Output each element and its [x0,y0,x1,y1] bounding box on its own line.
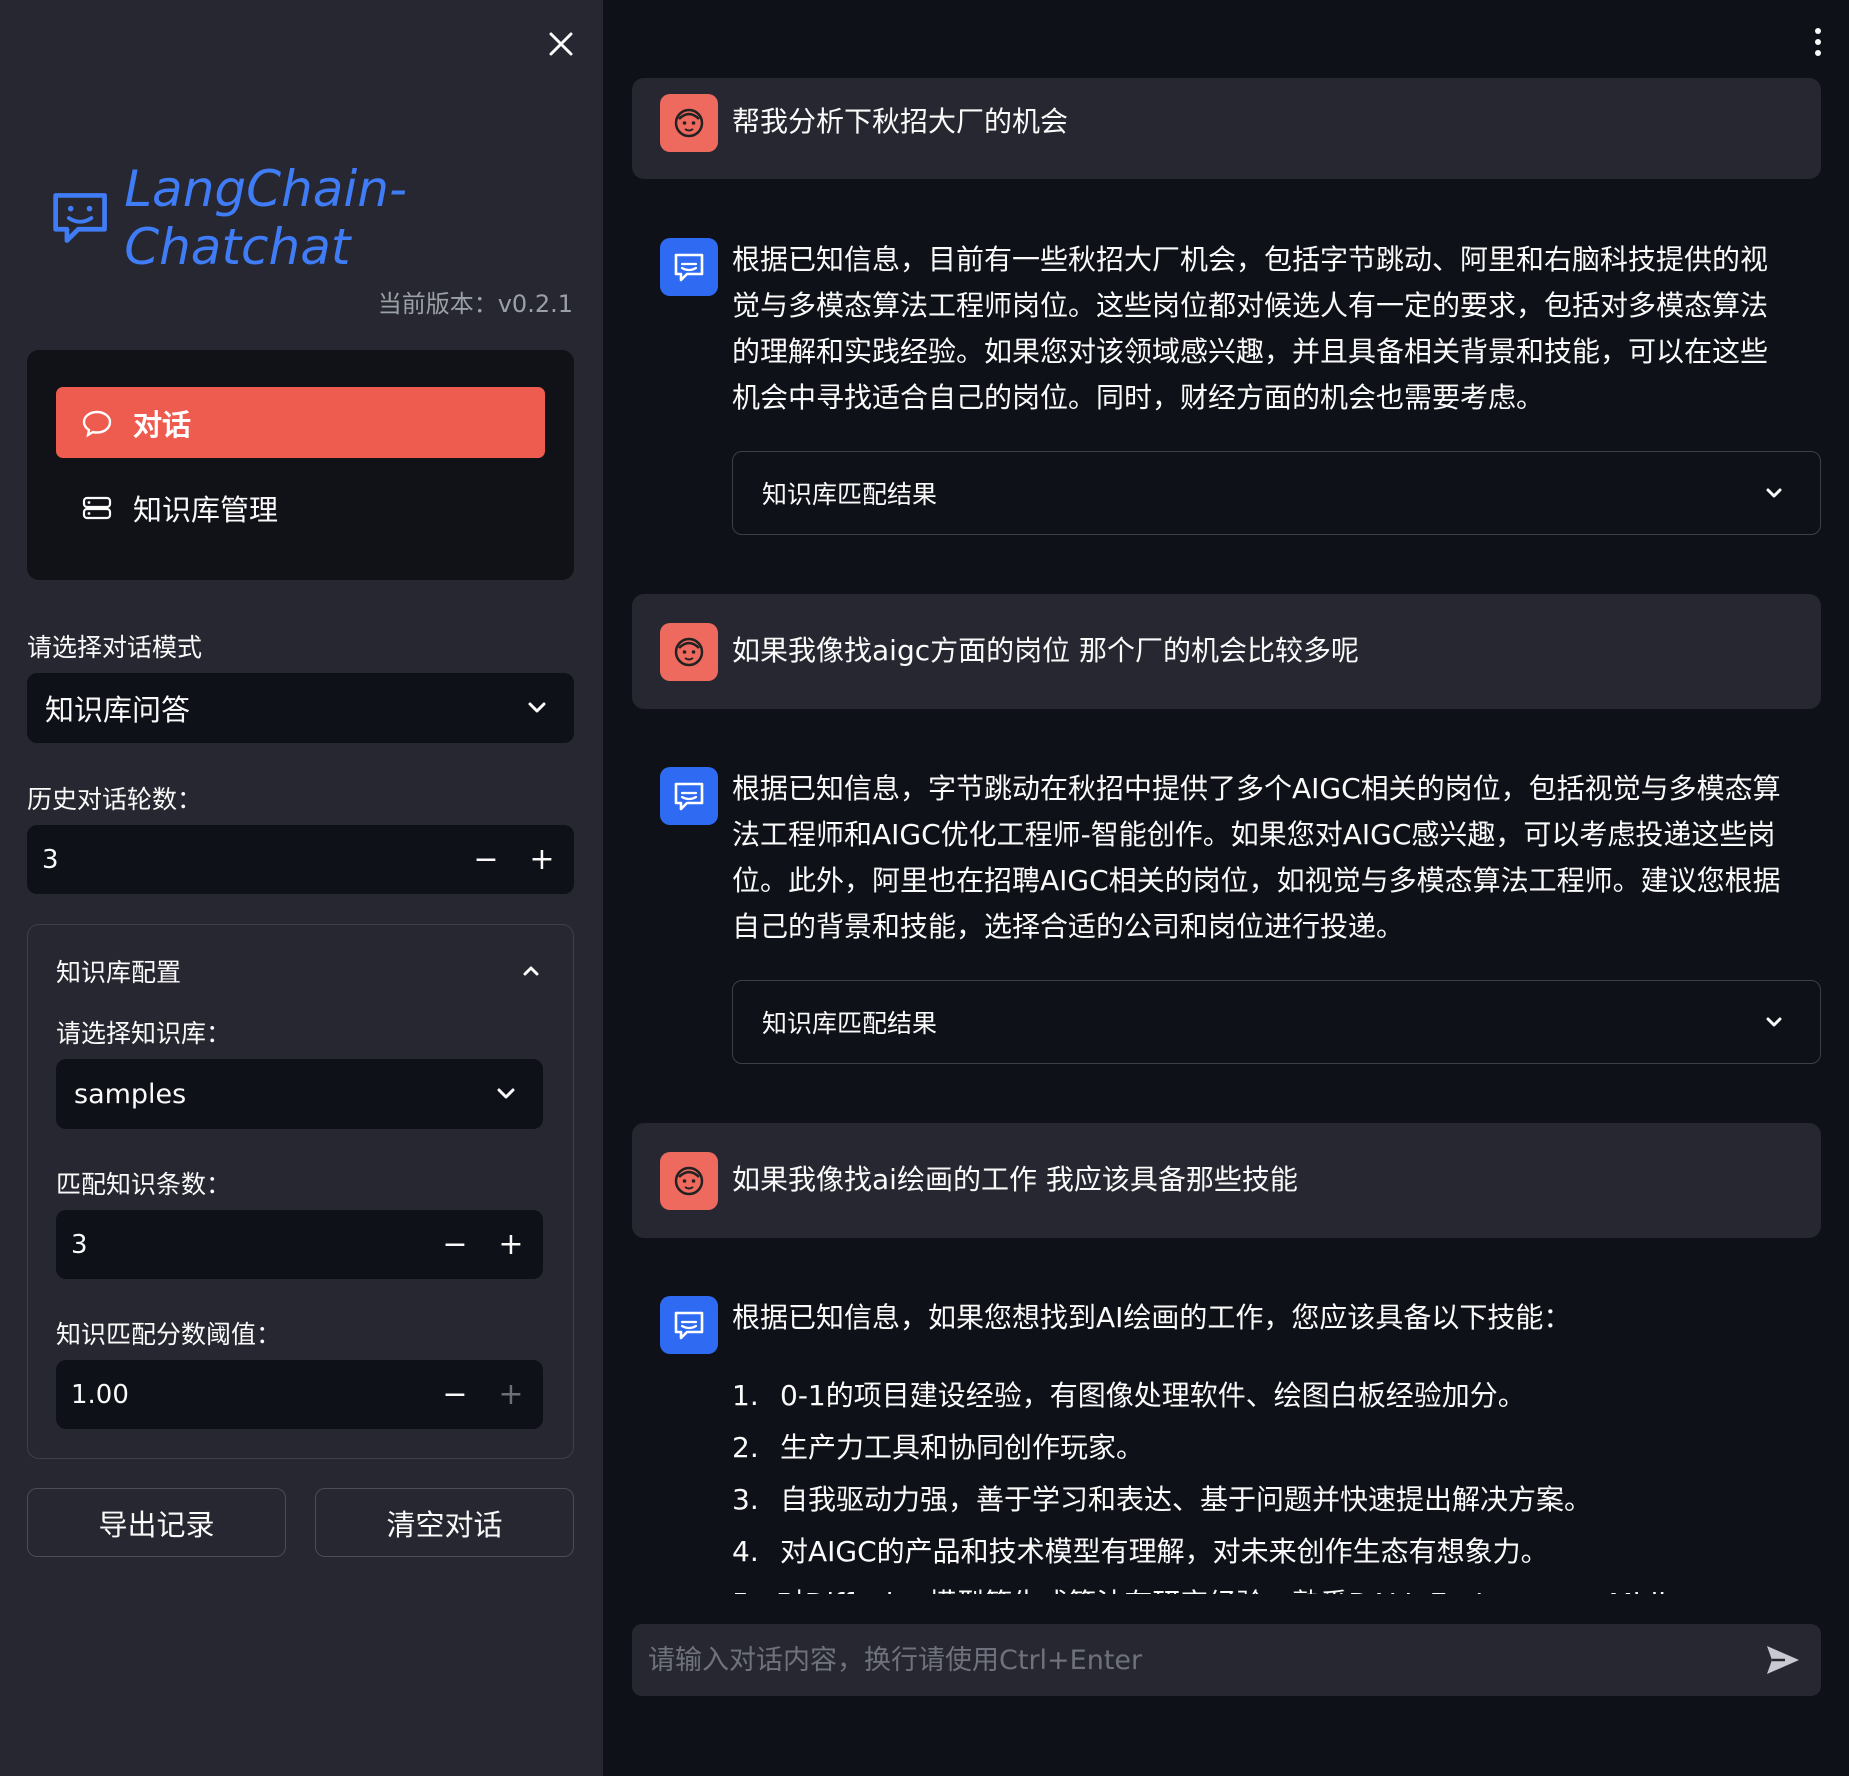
expander-label: 知识库匹配结果 [733,1004,1760,1040]
logo-text: LangChain-Chatchat [124,160,603,276]
decrement-button[interactable]: − [427,1360,483,1429]
list-item: 3.自我驱动力强，善于学习和表达、基于问题并快速提出解决方案。 [732,1474,1849,1526]
list-item: 2.生产力工具和协同创作玩家。 [732,1422,1849,1474]
database-icon [81,490,117,526]
skills-list: 1.0-1的项目建设经验，有图像处理软件、绘图白板经验加分。 2.生产力工具和协… [732,1370,1849,1630]
chat-input-box [632,1624,1821,1696]
version-label: 当前版本：v0.2.1 [378,284,573,319]
nav-item-label: 知识库管理 [133,487,278,529]
text-line: 根据已知信息，目前有一些秋招大厂机会，包括字节跳动、阿里和右脑科技提供的视 [732,237,1768,283]
kb-config-expander: 知识库配置 请选择知识库： samples 匹配知识条数： 3 − + 知识匹配… [27,924,574,1459]
export-button[interactable]: 导出记录 [27,1488,286,1557]
user-message-text: 如果我像找ai绘画的工作 我应该具备那些技能 [732,1157,1298,1203]
user-avatar [660,94,718,152]
assistant-avatar [660,767,718,825]
clear-chat-button[interactable]: 清空对话 [315,1488,574,1557]
kb-results-expander[interactable]: 知识库匹配结果 [732,980,1821,1064]
nav-item-kb-manage[interactable]: 知识库管理 [56,472,545,543]
chat-input[interactable] [632,1644,1763,1677]
mode-select-value: 知识库问答 [27,687,522,729]
threshold-input[interactable]: 1.00 [56,1380,427,1410]
kb-config-header[interactable]: 知识库配置 [56,949,545,993]
user-face-icon [671,105,707,141]
mode-select[interactable]: 知识库问答 [27,673,574,743]
text-line: 位。此外，阿里也在招聘AIGC相关的岗位，如视觉与多模态算法工程师。建议您根据 [732,858,1781,904]
app-logo: LangChain-Chatchat [50,178,603,258]
assistant-avatar [660,238,718,296]
chevron-down-icon [1760,479,1788,507]
user-face-icon [671,1163,707,1199]
chevron-down-icon [1760,1008,1788,1036]
chevron-down-icon [491,1079,521,1109]
close-sidebar-icon[interactable] [543,26,579,62]
chevron-down-icon [522,693,552,723]
history-label: 历史对话轮数： [27,780,202,816]
chevron-up-icon [517,957,545,985]
user-message-text: 帮我分析下秋招大厂的机会 [732,99,1068,145]
history-input[interactable]: 3 [27,845,458,875]
decrement-button[interactable]: − [458,825,514,894]
user-avatar [660,1152,718,1210]
list-item: 4.对AIGC的产品和技术模型有理解，对未来创作生态有想象力。 [732,1526,1849,1578]
increment-button[interactable]: + [483,1360,539,1429]
more-options-icon[interactable] [1806,22,1830,62]
mode-label: 请选择对话模式 [27,628,202,664]
threshold-label: 知识匹配分数阈值： [56,1315,281,1351]
chat-logo-icon [50,188,110,248]
assistant-message-text: 根据已知信息，字节跳动在秋招中提供了多个AIGC相关的岗位，包括视觉与多模态算 … [732,766,1781,950]
send-icon[interactable] [1763,1640,1803,1680]
topk-label: 匹配知识条数： [56,1165,231,1201]
kb-select-value: samples [56,1079,491,1110]
topk-input[interactable]: 3 [56,1230,427,1260]
history-stepper: 3 − + [27,825,574,894]
sidebar: LangChain-Chatchat 当前版本：v0.2.1 对话 知识库管理 … [0,0,603,1776]
assistant-avatar [660,1296,718,1354]
nav-item-chat[interactable]: 对话 [56,387,545,458]
kb-config-title: 知识库配置 [56,953,517,989]
user-avatar [660,623,718,681]
chat-bubble-icon [81,405,117,441]
assistant-message-intro: 根据已知信息，如果您想找到AI绘画的工作，您应该具备以下技能： [732,1295,1571,1341]
nav-item-label: 对话 [133,402,191,444]
kb-results-expander[interactable]: 知识库匹配结果 [732,451,1821,535]
bot-chat-icon [671,778,707,814]
threshold-stepper: 1.00 − + [56,1360,543,1429]
text-line: 的理解和实践经验。如果您对该领域感兴趣，并且具备相关背景和技能，可以在这些 [732,329,1768,375]
nav-menu: 对话 知识库管理 [27,350,574,580]
bot-chat-icon [671,1307,707,1343]
increment-button[interactable]: + [483,1210,539,1279]
expander-label: 知识库匹配结果 [733,475,1760,511]
user-message-text: 如果我像找aigc方面的岗位 那个厂的机会比较多呢 [732,628,1359,674]
increment-button[interactable]: + [514,825,570,894]
topk-stepper: 3 − + [56,1210,543,1279]
assistant-message-text: 根据已知信息，目前有一些秋招大厂机会，包括字节跳动、阿里和右脑科技提供的视 觉与… [732,237,1768,421]
text-line: 自己的背景和技能，选择合适的公司和岗位进行投递。 [732,904,1781,950]
text-line: 法工程师和AIGC优化工程师-智能创作。如果您对AIGC感兴趣，可以考虑投递这些… [732,812,1781,858]
decrement-button[interactable]: − [427,1210,483,1279]
list-item: 1.0-1的项目建设经验，有图像处理软件、绘图白板经验加分。 [732,1370,1849,1422]
text-line: 根据已知信息，字节跳动在秋招中提供了多个AIGC相关的岗位，包括视觉与多模态算 [732,766,1781,812]
kb-select[interactable]: samples [56,1059,543,1129]
bot-chat-icon [671,249,707,285]
kb-select-label: 请选择知识库： [56,1014,231,1050]
user-face-icon [671,634,707,670]
text-line: 觉与多模态算法工程师岗位。这些岗位都对候选人有一定的要求，包括对多模态算法 [732,283,1768,329]
text-line: 机会中寻找适合自己的岗位。同时，财经方面的机会也需要考虑。 [732,375,1768,421]
